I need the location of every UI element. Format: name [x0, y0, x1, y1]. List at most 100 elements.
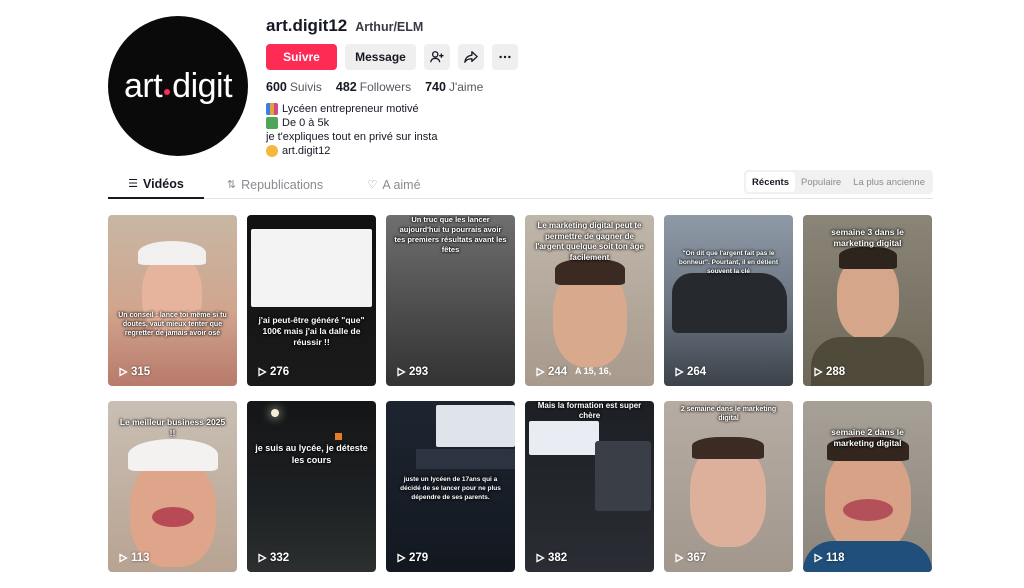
video-card[interactable]: semaine 3 dans le marketing digital 288	[803, 215, 932, 386]
person-add-icon	[430, 51, 444, 63]
cap-thumbnail	[128, 439, 218, 471]
play-icon	[397, 367, 406, 377]
view-count: 244	[535, 366, 567, 378]
video-card[interactable]: Le meilleur business 2025 !! 113	[108, 401, 237, 572]
laptop-screen-thumbnail	[529, 421, 599, 455]
video-card[interactable]: "On dit que l'argent fait pas le bonheur…	[664, 215, 793, 386]
laptop-screen-thumbnail	[436, 405, 515, 447]
play-icon	[258, 367, 267, 377]
laptop-thumbnail	[595, 441, 651, 511]
share-icon	[464, 51, 478, 63]
view-count: 279	[396, 552, 428, 564]
video-card[interactable]: je suis au lycée, je déteste les cours 3…	[247, 401, 376, 572]
bio: Lycéen entrepreneur motivé De 0 à 5k je …	[266, 102, 518, 158]
play-icon	[675, 553, 684, 563]
sort-popular[interactable]: Populaire	[795, 172, 847, 192]
avatar[interactable]: art digit	[108, 16, 248, 156]
video-caption: 2 semaine dans le marketing digital	[680, 406, 777, 422]
play-icon	[397, 553, 406, 563]
video-card[interactable]: semaine 2 dans le marketing digital 118	[803, 401, 932, 572]
more-icon	[499, 55, 511, 59]
grid-icon: ☰	[128, 178, 139, 190]
view-count: 367	[674, 552, 706, 564]
play-icon	[119, 553, 128, 563]
streetlight-thumbnail	[271, 409, 279, 417]
tab-liked[interactable]: ♡ A aimé	[354, 170, 434, 199]
sort-selector: Récents Populaire La plus ancienne	[744, 170, 933, 194]
profile-info: art.digit12 Arthur/ELM Suivre Message 60…	[266, 16, 518, 158]
add-friend-button[interactable]	[424, 44, 450, 70]
video-grid: Un conseil : lance toi même si tu doutes…	[108, 215, 933, 572]
laptop-screen-thumbnail	[251, 229, 372, 307]
video-card[interactable]: 2 semaine dans le marketing digital 367	[664, 401, 793, 572]
share-button[interactable]	[458, 44, 484, 70]
heart-icon: ♡	[367, 179, 378, 191]
follow-button[interactable]: Suivre	[266, 44, 337, 70]
view-count: 113	[118, 552, 150, 564]
action-buttons: Suivre Message	[266, 44, 518, 70]
video-caption: Le marketing digital peut te permettre d…	[535, 221, 644, 262]
keyboard-thumbnail	[416, 449, 515, 469]
money-emoji-icon	[266, 117, 278, 129]
view-count: 382	[535, 552, 567, 564]
video-card[interactable]: Un truc que les lancer aujourd'hui tu po…	[386, 215, 515, 386]
username: art.digit12	[266, 16, 348, 35]
video-caption: je suis au lycée, je déteste les cours	[255, 443, 368, 465]
bio-line: Lycéen entrepreneur motivé	[266, 102, 518, 116]
car-thumbnail	[672, 273, 787, 333]
view-count: 118	[813, 552, 845, 564]
video-card[interactable]: Mais la formation est super chère 382	[525, 401, 654, 572]
bio-line: je t'expliques tout en privé sur insta	[266, 131, 438, 143]
play-icon	[258, 553, 267, 563]
followers-stat[interactable]: 482 Followers	[336, 80, 411, 94]
video-caption: j'ai peut-être généré "que" 100€ mais j'…	[258, 315, 365, 347]
video-caption: Un conseil : lance toi même si tu doutes…	[118, 312, 227, 337]
video-card[interactable]: juste un lycéen de 17ans qui a décidé de…	[386, 401, 515, 572]
books-emoji-icon	[266, 103, 278, 115]
video-caption: semaine 2 dans le marketing digital	[831, 427, 904, 448]
sign-thumbnail	[335, 433, 342, 440]
jacket-thumbnail	[811, 337, 924, 386]
video-caption: semaine 3 dans le marketing digital	[831, 227, 904, 248]
name-row: art.digit12 Arthur/ELM	[266, 16, 518, 36]
mouth-thumbnail	[152, 507, 194, 527]
more-button[interactable]	[492, 44, 518, 70]
cap-thumbnail	[138, 241, 206, 265]
play-icon	[119, 367, 128, 377]
video-caption: "On dit que l'argent fait pas le bonheur…	[678, 250, 779, 275]
view-count: 332	[257, 552, 289, 564]
view-count: 264	[674, 366, 706, 378]
following-stat[interactable]: 600 Suivis	[266, 80, 322, 94]
nickname: Arthur/ELM	[355, 20, 424, 34]
video-caption: juste un lycéen de 17ans qui a décidé de…	[400, 476, 501, 501]
play-icon	[814, 367, 823, 377]
play-icon	[536, 367, 545, 377]
mouth-thumbnail	[843, 499, 893, 521]
play-icon	[536, 553, 545, 563]
video-card[interactable]: j'ai peut-être généré "que" 100€ mais j'…	[247, 215, 376, 386]
logo-dot	[164, 88, 171, 95]
view-count: 276	[257, 366, 289, 378]
bio-line: De 0 à 5k	[266, 116, 518, 130]
video-caption: Un truc que les lancer aujourd'hui tu po…	[394, 215, 507, 254]
likes-stat: 740 J'aime	[425, 80, 484, 94]
repost-icon: ⇅	[226, 179, 237, 191]
profile-tabs: ☰ Vidéos ⇅ Republications ♡ A aimé Récen…	[108, 170, 933, 199]
video-caption: Mais la formation est super chère	[537, 401, 642, 420]
message-button[interactable]: Message	[345, 44, 416, 70]
play-icon	[814, 553, 823, 563]
video-card[interactable]: Le marketing digital peut te permettre d…	[525, 215, 654, 386]
video-card[interactable]: Un conseil : lance toi même si tu doutes…	[108, 215, 237, 386]
hair-thumbnail	[692, 437, 764, 459]
bio-line[interactable]: art.digit12	[266, 144, 518, 158]
video-overlay-text: A 15, 16,	[575, 366, 612, 376]
sort-recent[interactable]: Récents	[746, 172, 796, 192]
pointing-hand-emoji-icon	[266, 145, 278, 157]
profile-stats: 600 Suivis 482 Followers 740 J'aime	[266, 80, 518, 94]
hair-thumbnail	[839, 247, 897, 269]
sort-oldest[interactable]: La plus ancienne	[847, 172, 931, 192]
tab-reposts[interactable]: ⇅ Republications	[220, 170, 330, 199]
play-icon	[675, 367, 684, 377]
tab-videos[interactable]: ☰ Vidéos	[108, 170, 204, 199]
view-count: 288	[813, 366, 845, 378]
